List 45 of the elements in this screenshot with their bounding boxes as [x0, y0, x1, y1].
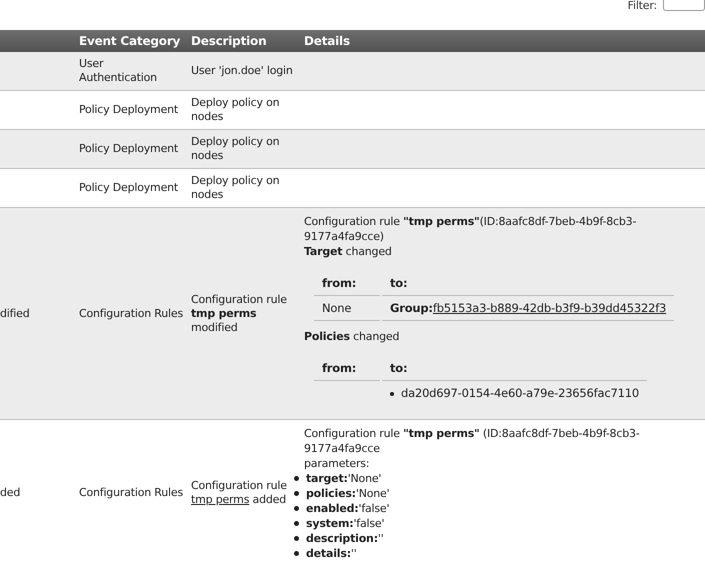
to-value: Group:fb5153a3-b889-42db-b3f9-b39dd45322f3 — [390, 301, 666, 315]
column-header[interactable]: Event Category — [79, 34, 180, 48]
table-cell: Configuration Rules — [79, 306, 183, 320]
change-title: Policies changed — [304, 329, 400, 344]
bullet-icon — [294, 476, 299, 481]
bullet-icon — [294, 551, 299, 556]
from-header: from: — [322, 276, 356, 290]
table-cell: Policy Deployment — [79, 181, 178, 194]
to-value: da20d697-0154-4e60-a79e-23656fac7110 — [401, 386, 639, 401]
table-cell: User Authentication — [79, 57, 157, 84]
details-text: parameters: — [304, 456, 370, 471]
column-header[interactable]: Description — [191, 34, 266, 48]
to-header: to: — [390, 361, 408, 375]
table-cell: Configuration rule tmp perms modified — [191, 292, 287, 334]
parameter-text: target:'None' — [306, 471, 382, 486]
filter-input[interactable] — [663, 0, 705, 11]
details-text: Configuration rule "tmp perms"(ID:8aafc8df-7beb-4b9f-8cb3-9177a4fa9cce) — [304, 214, 638, 244]
table-cell: Policy Deployment — [79, 103, 178, 116]
table-cell: dified — [0, 306, 30, 320]
parameter-text: system:'false' — [306, 516, 384, 531]
from-header: from: — [322, 361, 356, 375]
parameter-text: enabled:'false' — [306, 501, 390, 516]
table-cell: Policy Deployment — [79, 142, 178, 155]
table-cell: Configuration Rules — [79, 486, 183, 499]
from-value: None — [322, 301, 352, 315]
bullet-icon — [294, 491, 299, 496]
to-header: to: — [390, 276, 408, 290]
column-header[interactable]: Details — [304, 34, 350, 48]
table-cell: Deploy policy on nodes — [191, 96, 280, 123]
table-cell: Deploy policy on nodes — [191, 135, 280, 162]
change-title: Target changed — [304, 244, 393, 259]
group-link[interactable]: fb5153a3-b889-42db-b3f9-b39dd45322f3 — [432, 301, 666, 315]
parameter-text: description:'' — [306, 531, 384, 546]
parameter-text: details:'' — [306, 546, 357, 561]
table-cell: Configuration rule tmp perms added — [191, 479, 287, 506]
table-cell: ded — [0, 486, 20, 499]
filter-label: Filter: — [628, 0, 657, 12]
bullet-icon — [294, 536, 299, 541]
table-cell: User 'jon.doe' login — [191, 64, 293, 77]
bullet-icon — [294, 521, 299, 526]
parameter-text: policies:'None' — [306, 486, 390, 501]
rule-link[interactable]: tmp perms — [191, 493, 250, 506]
bullet-icon — [294, 506, 299, 511]
bullet-icon — [390, 392, 394, 396]
table-cell: Deploy policy on nodes — [191, 174, 280, 201]
